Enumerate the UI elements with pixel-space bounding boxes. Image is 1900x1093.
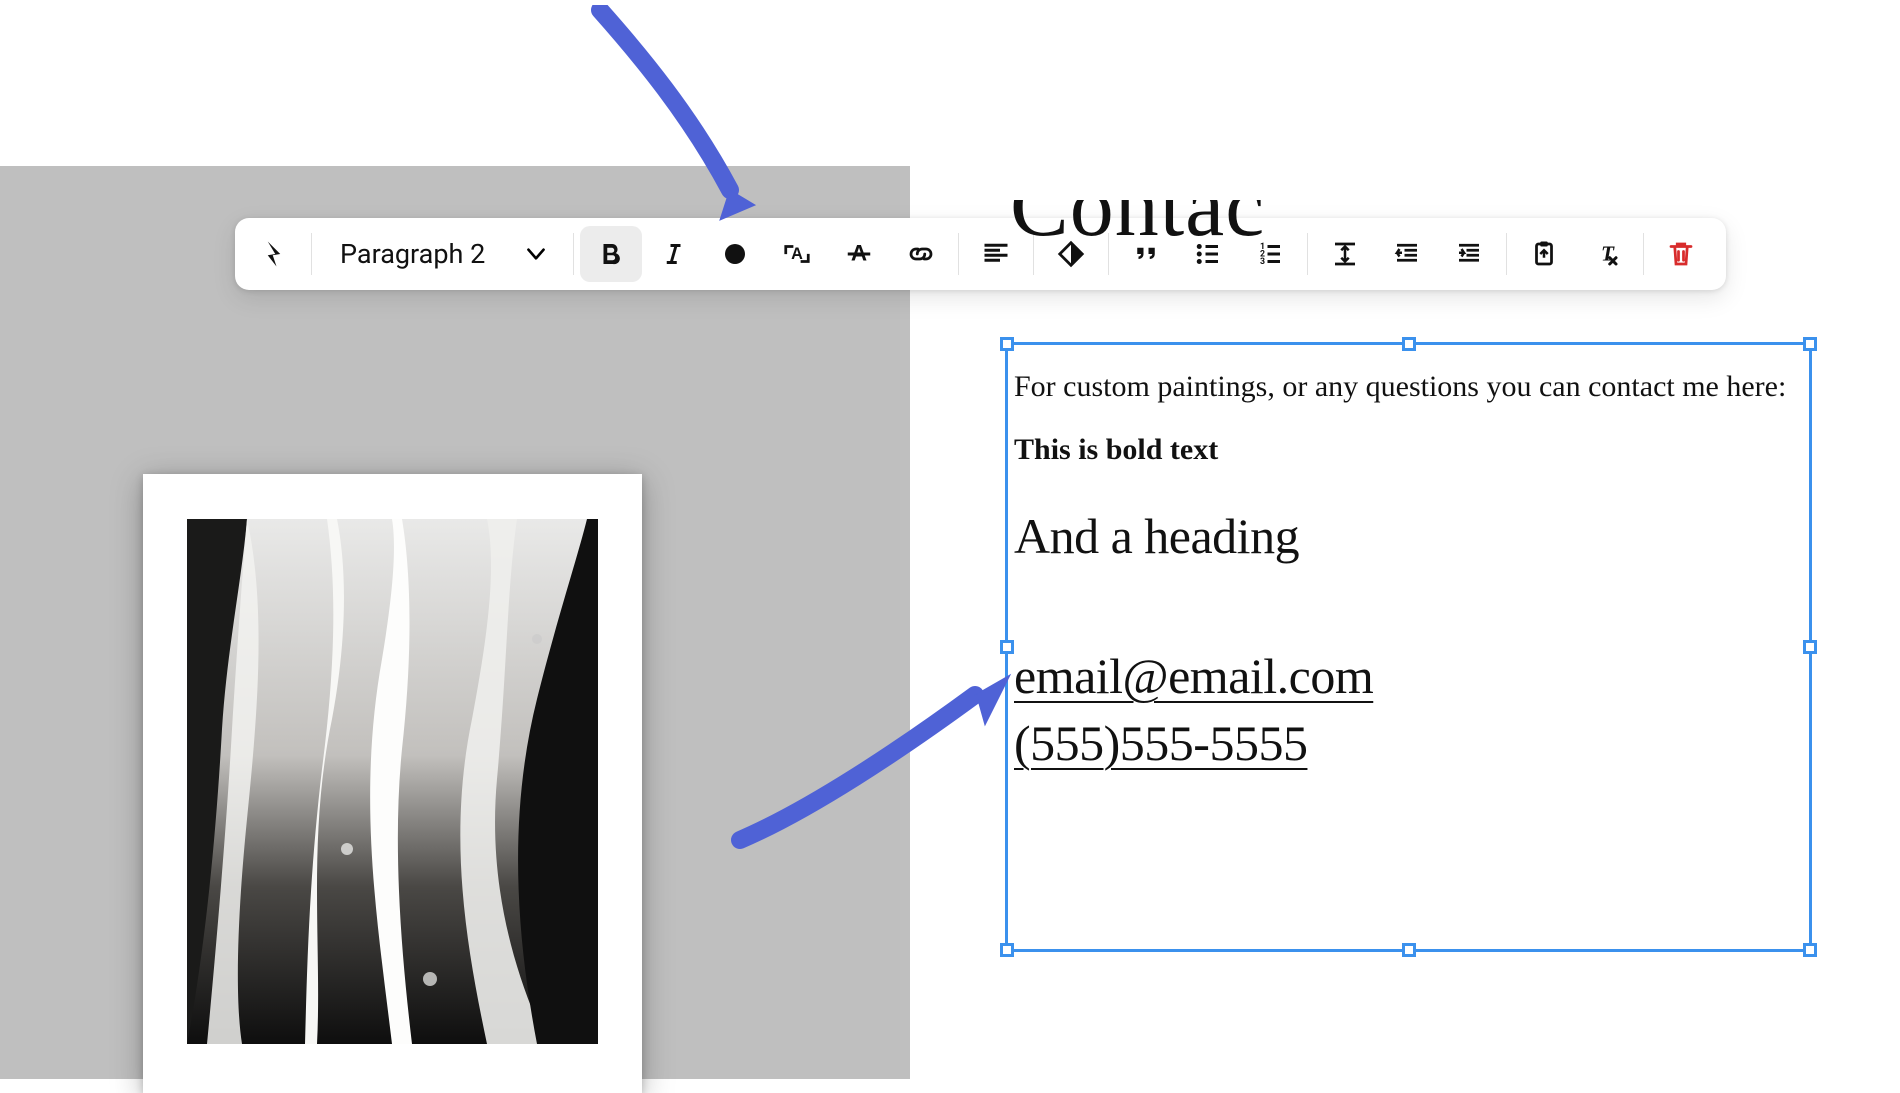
text-size-button[interactable]: A: [766, 226, 828, 282]
bold-text-line[interactable]: This is bold text: [1014, 433, 1799, 467]
toolbar-divider: [1033, 233, 1034, 275]
body-paragraph[interactable]: For custom paintings, or any questions y…: [1014, 359, 1799, 415]
annotation-arrow-right: [720, 660, 1020, 860]
numbered-list-button[interactable]: 123: [1239, 226, 1301, 282]
resize-handle-bm[interactable]: [1402, 943, 1416, 957]
paragraph-style-label: Paragraph 2: [340, 238, 485, 270]
paragraph-style-select[interactable]: Paragraph 2: [318, 226, 567, 282]
toolbar-divider: [1643, 233, 1644, 275]
text-block-content[interactable]: For custom paintings, or any questions y…: [1014, 359, 1799, 778]
chevron-down-icon: [523, 241, 549, 267]
heading-2-line[interactable]: And a heading: [1014, 507, 1799, 565]
background-color-button[interactable]: [1040, 226, 1102, 282]
blockquote-button[interactable]: [1115, 226, 1177, 282]
toolbar-divider: [1506, 233, 1507, 275]
outdent-button[interactable]: [1376, 226, 1438, 282]
annotation-arrow-top: [580, 5, 780, 225]
text-color-button[interactable]: [704, 226, 766, 282]
phone-link[interactable]: (555)555-5555: [1014, 710, 1799, 778]
align-button[interactable]: [965, 226, 1027, 282]
toolbar-divider: [1108, 233, 1109, 275]
bullet-list-button[interactable]: [1177, 226, 1239, 282]
email-link[interactable]: email@email.com: [1014, 643, 1799, 711]
painting-image: [187, 519, 598, 1044]
toolbar-divider: [573, 233, 574, 275]
quick-insert-button[interactable]: [243, 226, 305, 282]
bold-button[interactable]: [580, 226, 642, 282]
resize-handle-br[interactable]: [1803, 943, 1817, 957]
paste-button[interactable]: [1513, 226, 1575, 282]
resize-handle-tm[interactable]: [1402, 337, 1416, 351]
resize-handle-bl[interactable]: [1000, 943, 1014, 957]
svg-text:A: A: [791, 245, 803, 263]
link-button[interactable]: [890, 226, 952, 282]
delete-button[interactable]: [1650, 226, 1712, 282]
toolbar-divider: [1307, 233, 1308, 275]
resize-handle-ml[interactable]: [1000, 640, 1014, 654]
toolbar-divider: [958, 233, 959, 275]
clear-formatting-button[interactable]: T: [1575, 226, 1637, 282]
image-frame[interactable]: [143, 474, 642, 1093]
italic-button[interactable]: [642, 226, 704, 282]
text-formatting-toolbar: Paragraph 2 A A: [235, 218, 1726, 290]
resize-handle-mr[interactable]: [1803, 640, 1817, 654]
canvas-gray-panel: [0, 166, 910, 1079]
line-height-button[interactable]: [1314, 226, 1376, 282]
resize-handle-tl[interactable]: [1000, 337, 1014, 351]
strikethrough-button[interactable]: A: [828, 226, 890, 282]
indent-button[interactable]: [1438, 226, 1500, 282]
toolbar-divider: [311, 233, 312, 275]
resize-handle-tr[interactable]: [1803, 337, 1817, 351]
text-block-selection[interactable]: For custom paintings, or any questions y…: [1005, 342, 1812, 952]
svg-text:3: 3: [1260, 257, 1265, 267]
